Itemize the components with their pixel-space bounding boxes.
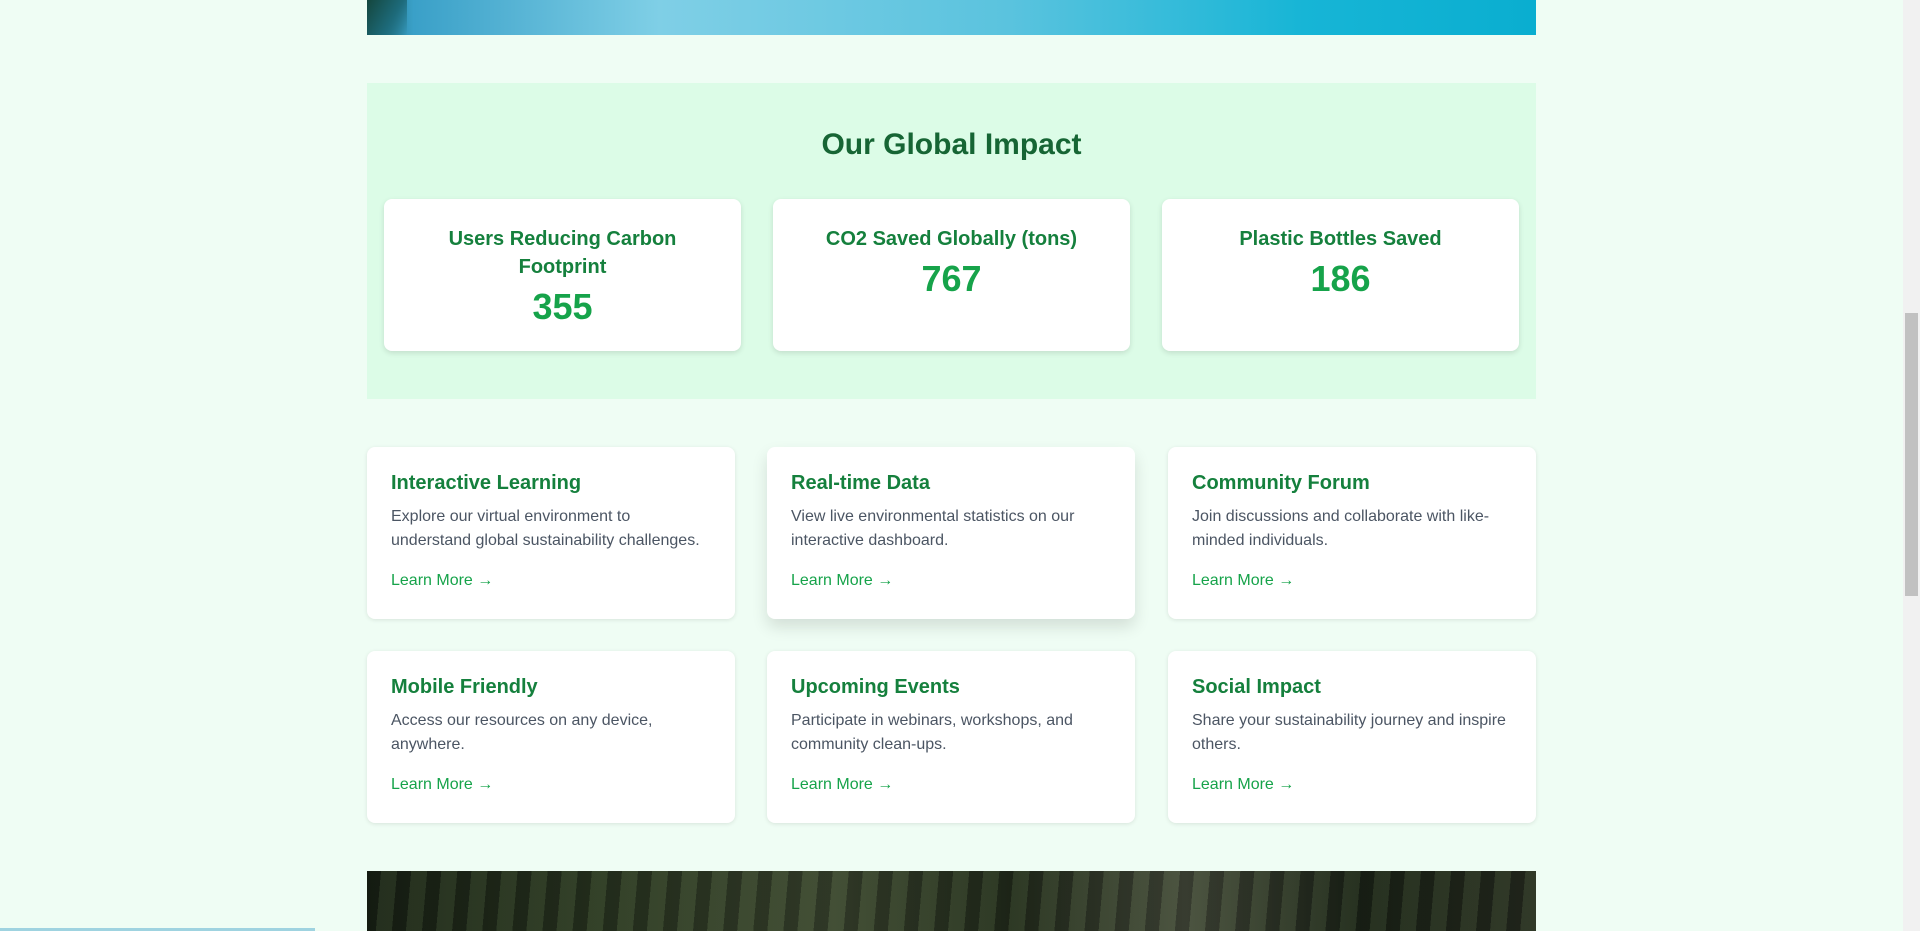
feature-card-interactive-learning: Interactive Learning Explore our virtual…: [367, 447, 735, 619]
learn-more-link[interactable]: Learn More →: [791, 572, 893, 590]
stat-value: 355: [532, 286, 593, 327]
feature-title: Interactive Learning: [391, 472, 582, 494]
stat-card-users: Users Reducing Carbon Footprint 355: [384, 199, 741, 351]
stat-label: Plastic Bottles Saved: [1239, 228, 1442, 250]
feature-description: Participate in webinars, workshops, and …: [791, 712, 1073, 753]
feature-title: Community Forum: [1192, 472, 1370, 494]
global-impact-section: Our Global Impact Users Reducing Carbon …: [367, 83, 1536, 399]
learn-more-link[interactable]: Learn More →: [1192, 572, 1294, 590]
impact-title: Our Global Impact: [821, 128, 1082, 161]
feature-title: Mobile Friendly: [391, 676, 538, 698]
vertical-scrollbar[interactable]: [1903, 0, 1920, 931]
ocean-image: [367, 0, 1536, 35]
feature-description: Access our resources on any device, anyw…: [391, 712, 653, 753]
learn-more-link[interactable]: Learn More →: [391, 776, 493, 794]
feature-card-real-time-data: Real-time Data View live environmental s…: [767, 447, 1135, 619]
feature-description: Share your sustainability journey and in…: [1192, 712, 1506, 753]
feature-title: Upcoming Events: [791, 676, 960, 698]
learn-more-link[interactable]: Learn More →: [391, 572, 493, 590]
stat-label: Users Reducing Carbon Footprint: [448, 228, 677, 278]
feature-description: Join discussions and collaborate with li…: [1192, 508, 1490, 549]
stat-label: CO2 Saved Globally (tons): [825, 228, 1078, 250]
scrollbar-thumb[interactable]: [1905, 313, 1918, 596]
feature-card-community-forum: Community Forum Join discussions and col…: [1168, 447, 1536, 619]
page: Our Global Impact Users Reducing Carbon …: [0, 0, 1920, 931]
stat-value: 186: [1310, 258, 1371, 299]
feature-card-social-impact: Social Impact Share your sustainability …: [1168, 651, 1536, 823]
learn-more-link[interactable]: Learn More →: [1192, 776, 1294, 794]
forest-image: [367, 871, 1536, 931]
stat-value: 767: [921, 258, 982, 299]
learn-more-link[interactable]: Learn More →: [791, 776, 893, 794]
stat-card-bottles: Plastic Bottles Saved 186: [1162, 199, 1519, 351]
stat-card-co2: CO2 Saved Globally (tons) 767: [773, 199, 1130, 351]
feature-card-mobile-friendly: Mobile Friendly Access our resources on …: [367, 651, 735, 823]
feature-card-upcoming-events: Upcoming Events Participate in webinars,…: [767, 651, 1135, 823]
feature-description: Explore our virtual environment to under…: [391, 508, 700, 549]
feature-title: Social Impact: [1192, 676, 1321, 698]
feature-title: Real-time Data: [791, 472, 930, 494]
feature-description: View live environmental statistics on ou…: [791, 508, 1075, 549]
